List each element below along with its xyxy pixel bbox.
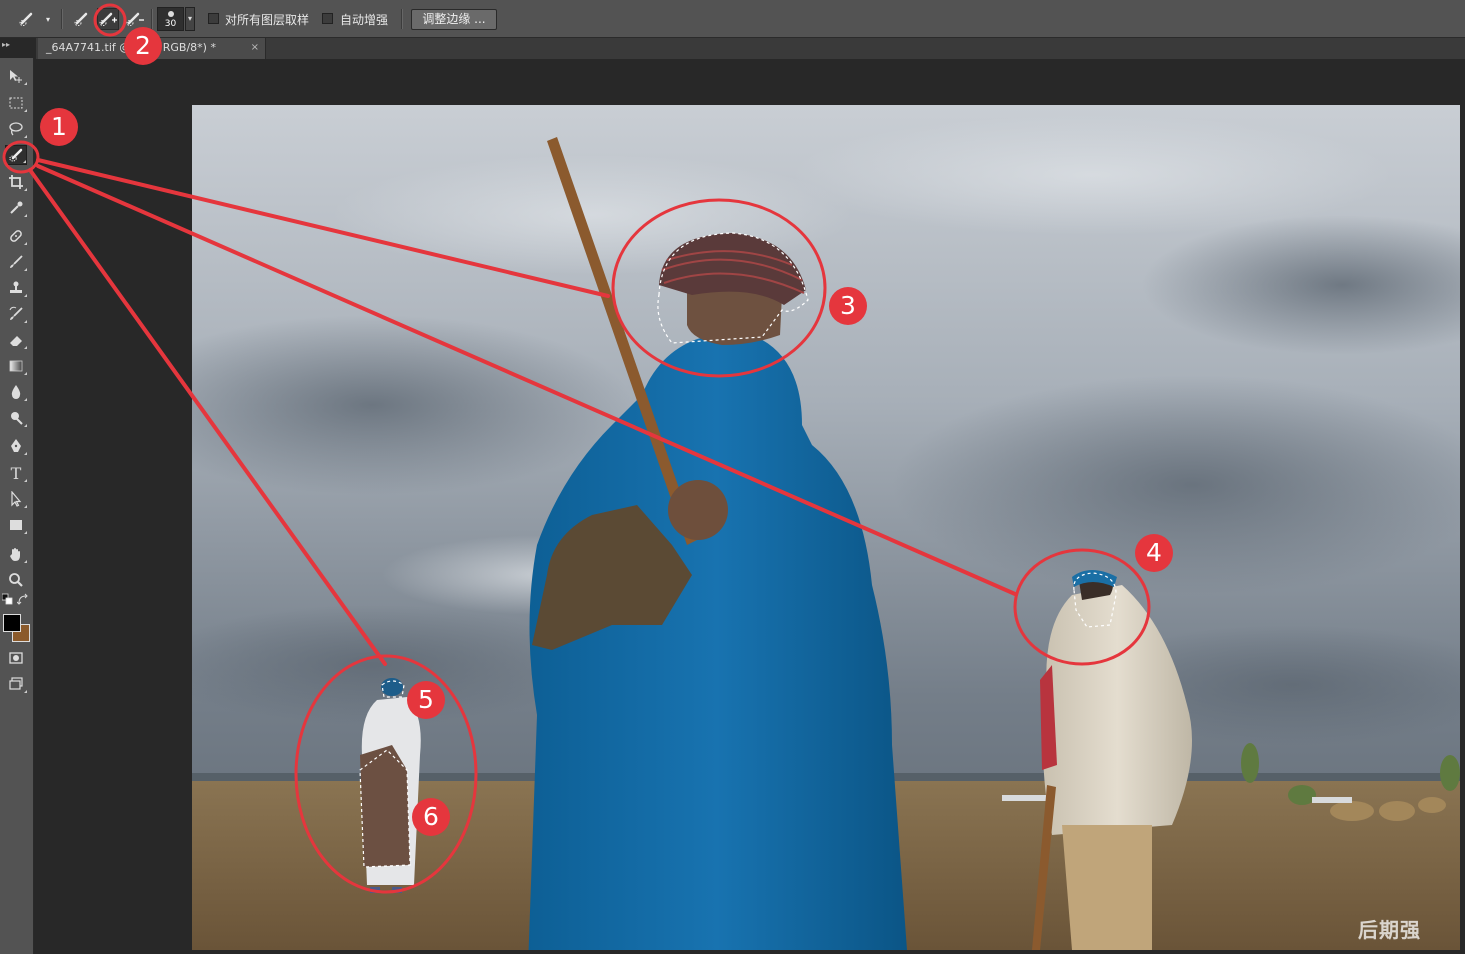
document-tab-bar: _64A7741.tif @ 背景, RGB/8*) * ×	[36, 38, 1465, 59]
eraser-tool-icon[interactable]	[5, 330, 27, 350]
auto-enhance-checkbox[interactable]	[322, 13, 333, 24]
add-to-selection-icon[interactable]	[97, 8, 119, 30]
swap-colors-icon[interactable]	[17, 593, 29, 606]
annotation-badge-6: 6	[412, 798, 450, 836]
dodge-tool-icon[interactable]	[5, 408, 27, 428]
new-selection-icon[interactable]	[72, 8, 94, 30]
close-tab-icon[interactable]: ×	[251, 38, 259, 58]
watermark: 后期强	[1358, 918, 1421, 942]
annotation-badge-4: 4	[1135, 534, 1173, 572]
brush-tool-icon[interactable]	[5, 252, 27, 272]
tools-panel: T	[0, 58, 34, 954]
tool-preset-quick-selection-icon[interactable]	[16, 8, 42, 30]
auto-enhance-label: 自动增强	[340, 13, 389, 27]
clone-stamp-tool-icon[interactable]	[5, 278, 27, 298]
move-tool-icon[interactable]	[5, 66, 27, 86]
refine-edge-button[interactable]: 调整边缘 ...	[411, 9, 497, 30]
history-brush-tool-icon[interactable]	[5, 304, 27, 324]
annotation-badge-5: 5	[407, 681, 445, 719]
type-tool-icon[interactable]: T	[5, 463, 27, 483]
eyedropper-tool-icon[interactable]	[5, 198, 27, 218]
quick-mask-mode-icon[interactable]	[5, 648, 27, 668]
gradient-tool-icon[interactable]	[5, 356, 27, 376]
brush-picker-dropdown-icon[interactable]: ▾	[185, 7, 195, 31]
photo	[192, 105, 1460, 950]
options-bar: ▾ 30 ▾ 对所有图层取样 自动增强 调整边缘 ...	[0, 0, 1465, 38]
document-canvas[interactable]	[192, 105, 1460, 950]
hand-tool-icon[interactable]	[5, 544, 27, 564]
rectangle-tool-icon[interactable]	[5, 515, 27, 535]
sample-all-layers-checkbox[interactable]	[208, 13, 219, 24]
path-selection-tool-icon[interactable]	[5, 489, 27, 509]
spot-healing-brush-tool-icon[interactable]	[5, 226, 27, 246]
collapse-panels-icon[interactable]: ▸▸	[2, 40, 10, 49]
brush-size-picker[interactable]: 30	[157, 7, 184, 31]
brush-tip-icon	[168, 11, 174, 17]
rectangular-marquee-tool-icon[interactable]	[5, 93, 27, 113]
annotation-badge-1: 1	[40, 108, 78, 146]
lasso-tool-icon[interactable]	[5, 119, 27, 139]
crop-tool-icon[interactable]	[5, 172, 27, 192]
brush-size-value: 30	[164, 19, 177, 29]
pen-tool-icon[interactable]	[5, 436, 27, 456]
sample-all-layers-label: 对所有图层取样	[225, 13, 310, 27]
tool-preset-dropdown-icon[interactable]: ▾	[43, 8, 53, 30]
quick-selection-tool-icon[interactable]	[5, 145, 27, 165]
foreground-color-swatch[interactable]	[3, 614, 21, 632]
annotation-badge-2: 2	[124, 27, 162, 65]
zoom-tool-icon[interactable]	[5, 570, 27, 590]
screen-mode-icon[interactable]	[5, 674, 27, 694]
default-colors-icon[interactable]	[2, 593, 14, 606]
annotation-badge-3: 3	[829, 287, 867, 325]
blur-tool-icon[interactable]	[5, 382, 27, 402]
